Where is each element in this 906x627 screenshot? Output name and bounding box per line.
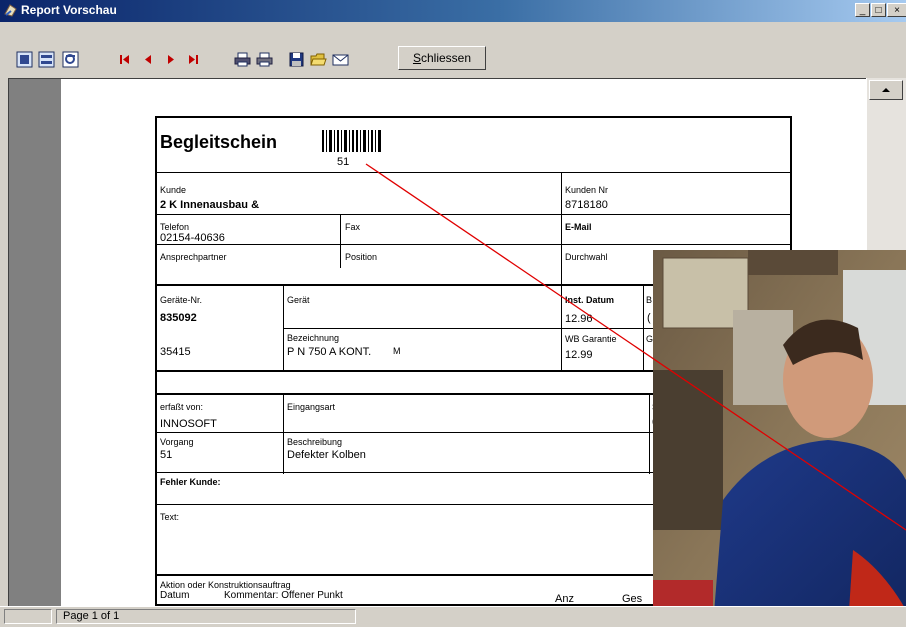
garantie-label: WB Garantie <box>565 334 617 344</box>
app-icon <box>4 4 17 17</box>
vorgang-value: 51 <box>160 449 173 461</box>
geraet-label: Gerät <box>287 295 310 305</box>
minimize-button[interactable]: _ <box>855 3 870 17</box>
bezeichnung-suffix: M <box>393 346 401 356</box>
ansprechpartner-label: Ansprechpartner <box>160 252 227 262</box>
erfasst-label: erfaßt von: <box>160 402 204 412</box>
erfasst-value: INNOSOFT <box>160 418 217 430</box>
bezeichnung-value: P N 750 A KONT. <box>287 346 372 358</box>
printer-setup-icon[interactable] <box>234 51 251 68</box>
toolbar: Schliessen <box>0 42 906 76</box>
fehler-kunde-label: Fehler Kunde: <box>160 477 221 487</box>
photo-image <box>653 250 906 626</box>
print-icon[interactable] <box>256 51 273 68</box>
scroll-up-arrow-icon <box>882 88 890 92</box>
kunde-label: Kunde <box>160 185 187 195</box>
datum-label: Datum <box>160 590 190 601</box>
garantie-value: 12.99 <box>565 349 593 361</box>
next-page-icon[interactable] <box>162 51 179 68</box>
report-title: Begleitschein <box>160 132 278 152</box>
anz-label: Anz <box>555 593 574 605</box>
kunden-nr-value: 8718180 <box>565 199 608 211</box>
telefon-label: Telefon <box>160 222 190 232</box>
aktion-label: Aktion oder Konstruktionsauftrag <box>160 580 291 590</box>
one-page-view-icon[interactable] <box>16 51 33 68</box>
email-icon[interactable] <box>332 51 349 68</box>
barcode-number: 51 <box>337 156 350 168</box>
serien-value: 35415 <box>160 346 191 358</box>
email-label: E-Mail <box>565 222 592 232</box>
save-icon[interactable] <box>288 51 305 68</box>
overlay-photo <box>653 250 906 626</box>
first-page-icon[interactable] <box>116 51 133 68</box>
kunden-nr-label: Kunden Nr <box>565 185 609 195</box>
geraete-nr-value: 835092 <box>160 312 197 324</box>
status-bar: Page 1 of 1 <box>0 606 906 627</box>
fax-label: Fax <box>345 222 361 232</box>
page-status: Page 1 of 1 <box>56 609 356 624</box>
beschreibung-value: Defekter Kolben <box>287 449 366 461</box>
col-g-label: G <box>646 334 654 344</box>
open-icon[interactable] <box>310 51 327 68</box>
geraete-nr-label: Geräte-Nr. <box>160 295 203 305</box>
telefon-value: 02154-40636 <box>160 232 225 244</box>
barcode <box>322 130 381 152</box>
eingangsart-label: Eingangsart <box>287 402 336 412</box>
col-b-label: B <box>646 295 653 305</box>
beschreibung-label: Beschreibung <box>287 437 343 447</box>
maximize-button[interactable]: □ <box>871 3 886 17</box>
two-page-view-icon[interactable] <box>38 51 55 68</box>
close-window-button[interactable]: × <box>887 3 906 17</box>
schliessen-label: chliessen <box>420 51 472 65</box>
previous-page-icon[interactable] <box>140 51 157 68</box>
inst-datum-value: 12.96 <box>565 313 593 325</box>
position-label: Position <box>345 252 378 262</box>
last-page-icon[interactable] <box>185 51 202 68</box>
ges-label: Ges <box>622 593 643 605</box>
bezeichnung-label: Bezeichnung <box>287 333 340 343</box>
col-b-value: ( <box>647 312 651 324</box>
schliessen-button[interactable]: Schliessen <box>398 46 486 70</box>
kunde-value: 2 K Innenausbau & <box>160 199 260 211</box>
zoom-page-icon[interactable] <box>62 51 79 68</box>
status-pane-blank <box>4 609 52 624</box>
text-label: Text: <box>160 512 180 522</box>
kommentar-label: Kommentar: Offener Punkt <box>224 590 343 601</box>
inst-datum-label: Inst. Datum <box>565 295 615 305</box>
schliessen-accesskey: S <box>412 51 421 65</box>
durchwahl-label: Durchwahl <box>565 252 608 262</box>
window-title: Report Vorschau <box>21 3 117 17</box>
vorgang-label: Vorgang <box>160 437 194 447</box>
window-title-bar[interactable]: Report Vorschau <box>0 0 906 22</box>
scroll-up-button[interactable] <box>869 80 903 100</box>
